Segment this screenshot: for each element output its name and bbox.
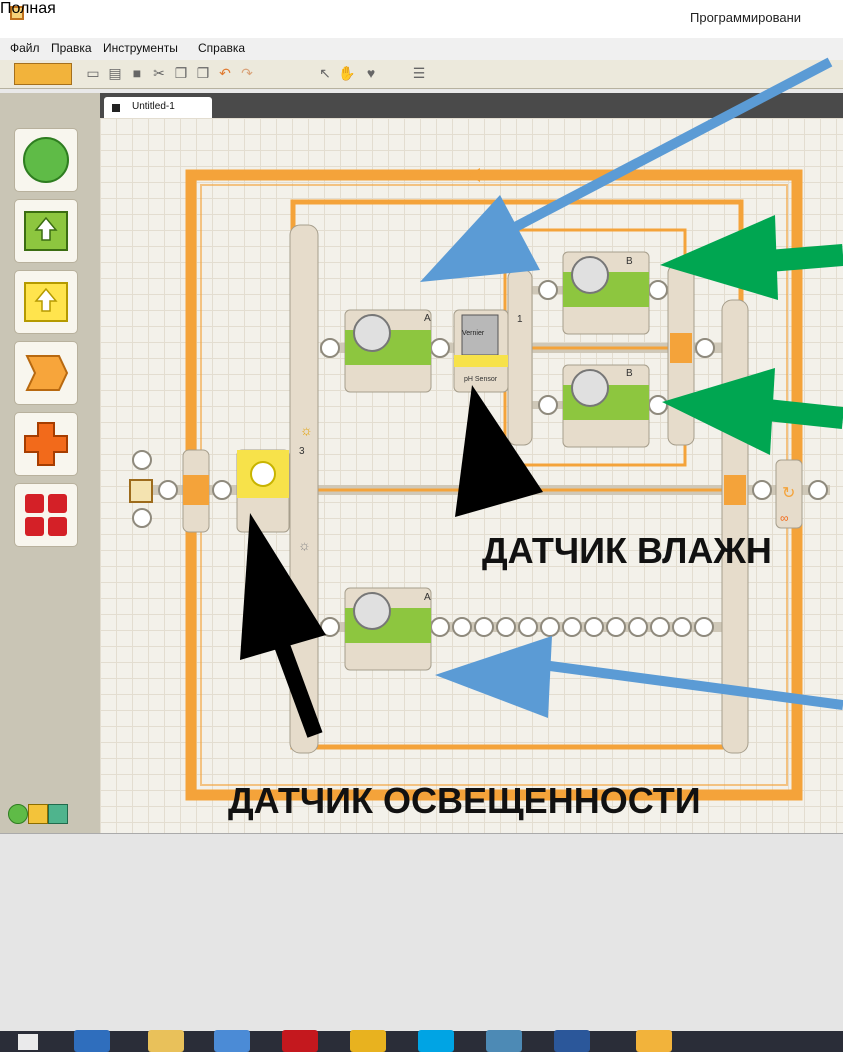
file-explorer-icon[interactable] [148, 1030, 184, 1052]
motor-gear-icon [353, 314, 391, 352]
program-start-icon [129, 479, 153, 503]
light-sensor-icon [250, 461, 276, 487]
windows-start-icon[interactable] [18, 1034, 38, 1050]
ph-sensor-label: pH Sensor [464, 376, 498, 383]
opera-icon[interactable] [282, 1030, 318, 1052]
internet-explorer-icon[interactable] [74, 1030, 110, 1052]
svg-text:☼: ☼ [298, 537, 311, 553]
photos-icon[interactable] [486, 1030, 522, 1052]
motor-a-top-port: A [424, 313, 431, 324]
humidity-sensor-annotation: ДАТЧИК ВЛАЖН [482, 530, 772, 571]
svg-text:☼: ☼ [300, 422, 313, 438]
mail-icon[interactable] [214, 1030, 250, 1052]
chrome-icon[interactable] [350, 1030, 386, 1052]
sensor-brand-label: Vernier [462, 330, 485, 337]
skype-icon[interactable] [418, 1030, 454, 1052]
sensor-port: 1 [517, 314, 523, 325]
word-icon[interactable] [554, 1030, 590, 1052]
blue-arrow-bottom [435, 636, 843, 718]
motor-b-top-port: B [626, 256, 633, 267]
light-sensor-annotation: ДАТЧИК ОСВЕЩЕННОСТИ [228, 780, 701, 821]
svg-text:↻: ↻ [782, 485, 795, 502]
motor-a-bottom-port: A [424, 592, 431, 603]
motor-b-bottom-port: B [626, 368, 633, 379]
nxt-icon[interactable] [636, 1030, 672, 1052]
svg-text:∞: ∞ [780, 511, 789, 525]
light-switch-port: 3 [299, 446, 305, 457]
config-panel [0, 833, 843, 1032]
sensor-switch-bar [507, 269, 533, 446]
